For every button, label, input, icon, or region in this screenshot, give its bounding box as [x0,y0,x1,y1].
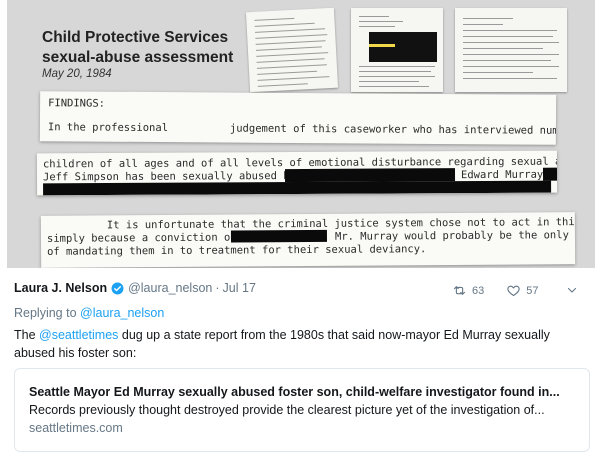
findings-heading: FINDINGS: [48,97,106,110]
document-thumbnail-3 [455,8,567,92]
document-thumbnail-2 [351,8,443,92]
redaction-bar [284,168,456,183]
link-preview-card[interactable]: Seattle Mayor Ed Murray sexually abused … [14,368,590,452]
tweet-media-image[interactable]: Child Protective Services sexual-abuse a… [7,0,595,268]
findings-text-a: In the professional [47,121,169,135]
card-title[interactable]: Seattle Mayor Ed Murray sexually abused … [29,385,575,399]
caret-down-icon[interactable] [566,284,578,296]
redaction-bar [230,229,328,243]
redaction-bar [542,167,558,181]
criminal-justice-line2a: simply because a conviction of [46,231,237,245]
author-name[interactable]: Laura J. Nelson [14,281,107,295]
author-handle[interactable]: @laura_nelson [128,281,212,295]
criminal-justice-line3: of mandating them in to treatment for th… [47,243,427,258]
retweet-count: 63 [472,284,485,297]
document-title: Child Protective Services sexual-abuse a… [42,28,233,68]
card-description: Records previously thought destroyed pro… [29,403,545,417]
replying-to: Replying to @laura_nelson [14,306,164,320]
tweet-author[interactable]: Laura J. Nelson @laura_nelson · Jul 17 [14,281,256,295]
retweet-button[interactable]: 63 [452,283,484,298]
document-date: May 20, 1984 [42,68,112,80]
document-excerpt-abuse-finding: children of all ages and of all levels o… [36,150,558,196]
document-thumbnail-1 [245,7,339,93]
like-count: 57 [526,284,539,297]
tweet-text: The @seattletimes dug up a state report … [14,326,592,362]
like-icon [507,285,520,297]
separator-dot: · [215,281,220,295]
document-excerpt-findings: FINDINGS: In the professional judgement … [39,91,557,145]
findings-text-b: judgement of this caseworker who has int… [229,122,557,138]
document-title-line2: sexual-abuse assessment [42,49,234,66]
tweet-text-mention[interactable]: @seattletimes [39,328,118,342]
document-excerpt-criminal-justice: It is unfortunate that the criminal just… [40,212,576,268]
tweet-timestamp[interactable]: Jul 17 [223,281,256,295]
document-title-line1: Child Protective Services [42,29,229,46]
tweet-actions: 63 57 [452,283,539,298]
tweet-text-prefix: The [14,328,40,342]
retweet-icon [453,286,466,295]
card-domain: seattletimes.com [29,421,123,435]
replying-to-label: Replying to [14,306,77,320]
criminal-justice-line2b: Mr. Murray would probably be the only wa… [334,229,576,243]
like-button[interactable]: 57 [506,283,539,298]
verified-badge-icon [111,282,124,294]
replying-to-mention[interactable]: @laura_nelson [80,306,164,320]
abuse-finding-line2b: Edward Murray. [460,168,550,182]
redaction-bar [43,180,552,196]
